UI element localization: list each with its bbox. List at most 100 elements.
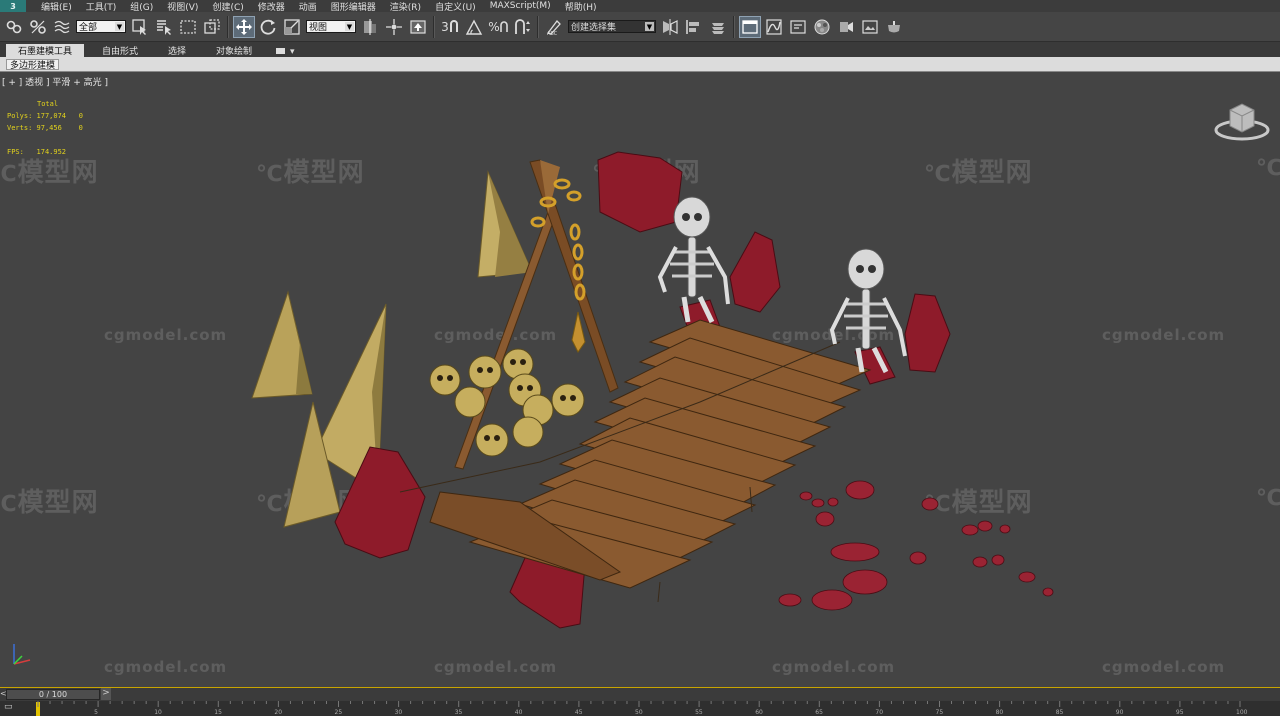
graphite-toolbar-toggle-icon[interactable] (739, 15, 761, 38)
fps-value: 174.952 (36, 148, 67, 156)
track-bar-tick-label: 5 (94, 709, 98, 716)
menu-group[interactable]: 组(G) (123, 0, 160, 13)
select-object-icon[interactable] (129, 16, 151, 38)
viewcube-icon[interactable] (1214, 98, 1270, 142)
polys-label: Polys: (7, 112, 33, 120)
edit-named-selection-icon[interactable]: ABC (543, 16, 565, 38)
chevron-down-icon: ▼ (345, 22, 354, 31)
stats-header: Total (37, 100, 59, 108)
track-bar-tick-label: 55 (695, 709, 703, 716)
scale-icon[interactable] (281, 16, 303, 38)
timeline-next-button[interactable]: > (101, 688, 111, 700)
tab-selection[interactable]: 选择 (156, 44, 198, 57)
menu-rendering[interactable]: 渲染(R) (383, 0, 428, 13)
selection-filter-value: 全部 (79, 23, 98, 33)
chevron-down-icon: ▼ (115, 22, 124, 31)
mirror-icon[interactable] (659, 16, 681, 38)
track-bar-tick-label: 35 (454, 709, 463, 716)
snap-toggle-icon[interactable]: 3 (439, 16, 461, 38)
scene-render (251, 151, 1054, 629)
menu-edit[interactable]: 编辑(E) (34, 0, 79, 13)
app-logo-icon[interactable]: 3 (0, 0, 26, 12)
rotate-icon[interactable] (257, 16, 279, 38)
track-bar-tick-label: 60 (755, 709, 763, 716)
bind-space-warp-icon[interactable] (51, 16, 73, 38)
menu-customize[interactable]: 自定义(U) (428, 0, 483, 13)
track-bar[interactable]: ▭ 5 10 15 20 25 30 35 40 45 50 55 60 65 70 75 80 85 90 95 1… (0, 701, 1280, 716)
menu-animation[interactable]: 动画 (292, 0, 324, 13)
polys-selected: 0 (78, 112, 83, 120)
material-editor-icon[interactable] (811, 16, 833, 38)
keyboard-shortcut-override-icon[interactable] (407, 16, 429, 38)
ribbon-options-icon (276, 48, 286, 54)
toolbar-separator (733, 15, 735, 38)
pivot-center-icon[interactable] (359, 16, 381, 38)
track-bar-tick-label: 85 (1055, 709, 1064, 716)
track-bar-tick-label: 65 (815, 709, 823, 716)
menu-tools[interactable]: 工具(T) (79, 0, 124, 13)
render-production-icon[interactable] (883, 16, 905, 38)
reference-coordinate-dropdown[interactable]: 视图 ▼ (306, 20, 356, 33)
rendered-frame-window-icon[interactable] (859, 16, 881, 38)
perspective-viewport[interactable]: ℃模型网 ℃模型网 ℃模型网 ℃模型网 ℃ cgmodel.com cgmode… (0, 72, 1280, 687)
menu-modifiers[interactable]: 修改器 (251, 0, 292, 13)
verts-label: Verts: (7, 124, 33, 132)
tab-freeform[interactable]: 自由形式 (90, 44, 150, 57)
align-icon[interactable] (683, 16, 705, 38)
track-bar-tick-label: 50 (635, 709, 643, 716)
track-bar-tick-label: 25 (334, 709, 343, 716)
named-selection-dropdown[interactable]: 创建选择集 ▼ (568, 20, 656, 33)
layer-manager-icon[interactable] (707, 16, 729, 38)
time-slider[interactable]: 0 / 100 (6, 689, 100, 700)
track-bar-tick-label: 40 (514, 709, 523, 716)
track-bar-tick-label: 10 (154, 709, 162, 716)
track-bar-tick-label: 45 (574, 709, 583, 716)
viewport-label-menu[interactable]: [ + ] 透视 ] 平滑 + 高光 ] (2, 75, 108, 88)
polys-total: 177,074 (36, 112, 67, 120)
skull-pile (429, 348, 585, 457)
track-bar-tick-label: 70 (875, 709, 884, 716)
curve-editor-icon[interactable] (763, 16, 785, 38)
link-icon[interactable] (3, 16, 25, 38)
spinner-snap-icon[interactable] (511, 16, 533, 38)
unlink-icon[interactable] (27, 16, 49, 38)
chevron-down-icon: ▼ (645, 22, 654, 31)
ribbon-tabs: 石墨建模工具 自由形式 选择 对象绘制 ▾ (0, 42, 1280, 57)
menu-views[interactable]: 视图(V) (160, 0, 205, 13)
verts-total: 97,456 (36, 124, 62, 132)
schematic-view-icon[interactable] (787, 16, 809, 38)
track-bar-tick-label: 30 (394, 709, 403, 716)
menu-graph-editors[interactable]: 图形编辑器 (324, 0, 383, 13)
track-bar-tick-label: 100 (1236, 709, 1248, 716)
toolbar-separator (227, 15, 229, 38)
tab-object-paint[interactable]: 对象绘制 (204, 44, 264, 57)
tab-graphite-modeling[interactable]: 石墨建模工具 (6, 44, 85, 57)
move-icon[interactable] (233, 15, 255, 38)
fps-label: FPS: (7, 148, 24, 156)
percent-snap-label: % (488, 19, 500, 34)
selection-filter-dropdown[interactable]: 全部 ▼ (76, 20, 126, 33)
menu-maxscript[interactable]: MAXScript(M) (483, 1, 558, 11)
track-bar-tick-label: 15 (214, 709, 222, 716)
toolbar-separator (433, 15, 435, 38)
percent-snap-icon[interactable]: % (487, 16, 509, 38)
menu-help[interactable]: 帮助(H) (558, 0, 604, 13)
polygon-modeling-panel-label[interactable]: 多边形建模 (6, 59, 60, 71)
select-and-manipulate-icon[interactable] (383, 16, 405, 38)
angle-snap-icon[interactable] (463, 16, 485, 38)
rectangle-selection-icon[interactable] (177, 16, 199, 38)
track-bar-tick-label: 90 (1115, 709, 1124, 716)
ribbon-options-button[interactable]: ▾ (270, 47, 300, 57)
select-by-name-icon[interactable] (153, 16, 175, 38)
window-crossing-icon[interactable] (201, 16, 223, 38)
main-toolbar: 全部 ▼ 视图 ▼ 3 % ABC 创建选择集 ▼ (0, 12, 1280, 42)
track-bar-tick-label: 80 (995, 709, 1004, 716)
named-selection-placeholder: 创建选择集 (571, 23, 617, 33)
axis-tripod-icon (13, 644, 31, 665)
reference-coordinate-value: 视图 (309, 23, 328, 33)
menu-create[interactable]: 创建(C) (205, 0, 250, 13)
render-setup-icon[interactable] (835, 16, 857, 38)
toolbar-separator (537, 15, 539, 38)
scene-statistics: Total Polys: 177,074 0 Verts: 97,456 0 F… (7, 98, 83, 158)
ribbon-options-caret: ▾ (289, 47, 295, 57)
